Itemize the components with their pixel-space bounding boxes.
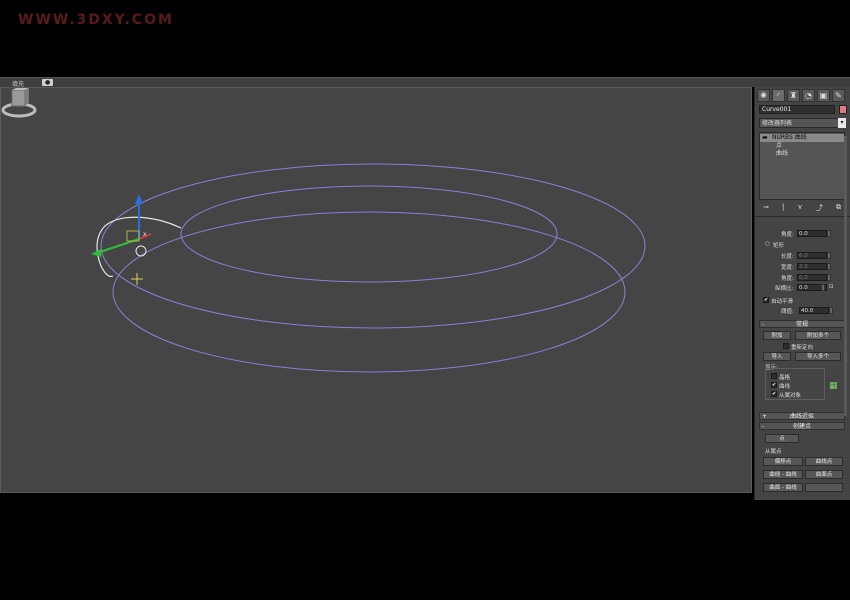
general-rollout-header[interactable]: - 常规 bbox=[759, 320, 845, 328]
svg-text:x: x bbox=[143, 231, 147, 238]
show-end-result-icon[interactable]: | bbox=[782, 203, 784, 213]
empty-button[interactable] bbox=[805, 483, 843, 492]
stack-item-nurbs-curve[interactable]: ▬ NURBS 曲线 bbox=[760, 134, 844, 142]
create-tab[interactable]: ✺ bbox=[757, 89, 770, 102]
surface-curve-button[interactable]: 曲面 - 曲线 bbox=[763, 483, 803, 492]
curve-approx-rollout-header[interactable]: + 曲线近似 bbox=[759, 412, 845, 420]
collapse-icon: - bbox=[762, 321, 765, 328]
viewcube-icon[interactable] bbox=[1, 88, 37, 118]
reorient-checkbox[interactable] bbox=[783, 343, 789, 349]
width-spinner[interactable]: 2.0 bbox=[797, 263, 827, 270]
motion-tab[interactable]: ◔ bbox=[802, 89, 815, 102]
aspect-label: 纵横比: bbox=[775, 286, 794, 292]
utilities-tab[interactable]: ✎ bbox=[832, 89, 845, 102]
stack-item-point[interactable]: 点 bbox=[760, 142, 844, 150]
curves-checkbox[interactable]: ✔ bbox=[771, 382, 777, 388]
watermark: WWW.3DXY.COM bbox=[18, 12, 174, 28]
display-tab[interactable]: ▣ bbox=[817, 89, 830, 102]
lattice-checkbox[interactable] bbox=[771, 373, 777, 379]
3dsmax-window: WWW.3DXY.COM 填充 ● x ✺ ◜ ♜ ◔ ▣ ✎ Curve001… bbox=[0, 0, 850, 600]
curve-curve-button[interactable]: 曲线 - 曲线 bbox=[763, 470, 803, 479]
command-panel: ✺ ◜ ♜ ◔ ▣ ✎ Curve001 修改器列表 ▾ ▬ NURBS 曲线 … bbox=[754, 87, 850, 500]
expand-icon[interactable]: ▬ bbox=[762, 134, 768, 142]
threshold-spinner-arrows[interactable] bbox=[829, 307, 833, 314]
create-points-rollout-header[interactable]: - 创建点 bbox=[759, 422, 845, 430]
angle2-spinner-arrows[interactable] bbox=[827, 274, 831, 281]
reorient-label: 重新定向 bbox=[791, 345, 814, 351]
surface-point-button[interactable]: 曲面点 bbox=[805, 470, 843, 479]
pivot-marker bbox=[131, 273, 143, 285]
dependents-label: 从属对象 bbox=[779, 393, 802, 399]
dependent-points-label: 从属点 bbox=[765, 449, 782, 455]
length-label: 长度: bbox=[781, 254, 794, 260]
rect-label: 矩形 bbox=[773, 243, 785, 249]
pin-stack-icon[interactable]: ⊸ bbox=[763, 203, 769, 213]
lock-icon[interactable]: ⊡ bbox=[829, 284, 834, 290]
length-spinner[interactable]: 6.0 bbox=[797, 252, 827, 259]
configure-sets-icon[interactable]: ⧉ bbox=[836, 203, 841, 213]
stack-toolbar: ⊸ | ⋎ ⤴ ⧉ bbox=[759, 203, 845, 213]
dependents-checkbox[interactable]: ✔ bbox=[771, 391, 777, 397]
angle-label: 角度: bbox=[781, 232, 794, 238]
width-label: 宽度: bbox=[781, 265, 794, 271]
inner-ellipse-top[interactable] bbox=[180, 185, 558, 283]
angle-spinner[interactable]: 0.0 bbox=[797, 230, 827, 237]
stack-item-curve[interactable]: 曲线 bbox=[760, 150, 844, 158]
auto-smooth-checkbox[interactable]: ✔ bbox=[763, 297, 769, 303]
nurbs-toolbox-icon[interactable]: ▦ bbox=[829, 381, 838, 391]
import-multiple-button[interactable]: 导入多个 bbox=[795, 352, 841, 361]
lattice-label: 晶格 bbox=[779, 375, 791, 381]
expand-icon: + bbox=[762, 413, 768, 420]
aspect-spinner-arrows[interactable] bbox=[821, 284, 825, 291]
modifier-stack: ▬ NURBS 曲线 点 曲线 bbox=[759, 132, 845, 200]
modifier-list-dropdown[interactable]: 修改器列表 bbox=[759, 118, 845, 128]
outer-ellipse-top[interactable] bbox=[100, 163, 646, 329]
attach-button[interactable]: 附加 bbox=[763, 331, 791, 340]
command-panel-tabs: ✺ ◜ ♜ ◔ ▣ ✎ bbox=[757, 89, 845, 103]
offset-point-button[interactable]: 偏移点 bbox=[763, 457, 803, 466]
modify-tab[interactable]: ◜ bbox=[772, 89, 785, 102]
chevron-down-icon[interactable]: ▾ bbox=[838, 118, 846, 128]
threshold-spinner[interactable]: 40.0 bbox=[799, 307, 829, 314]
angle-spinner-arrows[interactable] bbox=[827, 230, 831, 237]
rect-radio-icon[interactable]: ○ bbox=[765, 241, 770, 247]
import-button[interactable]: 导入 bbox=[763, 352, 791, 361]
object-name-field[interactable]: Curve001 bbox=[759, 105, 835, 114]
collapse-icon: - bbox=[762, 423, 765, 430]
transform-gizmo[interactable]: x bbox=[91, 194, 152, 257]
angle2-spinner[interactable]: 0.0 bbox=[797, 274, 827, 281]
object-color-swatch[interactable] bbox=[839, 105, 847, 114]
point-button[interactable]: 点 bbox=[765, 434, 799, 443]
remove-modifier-icon[interactable]: ⤴ bbox=[816, 203, 823, 213]
outer-ellipse-bottom[interactable] bbox=[112, 211, 626, 373]
curves-label: 曲线 bbox=[779, 384, 791, 390]
viewport-label-bar: 填充 ● bbox=[0, 77, 850, 88]
command-panel-scrollbar[interactable] bbox=[844, 136, 847, 416]
hierarchy-tab[interactable]: ♜ bbox=[787, 89, 800, 102]
perspective-viewport[interactable]: x bbox=[0, 87, 752, 493]
viewport-scene: x bbox=[91, 163, 646, 373]
viewport-mode-pill[interactable]: ● bbox=[42, 79, 54, 86]
auto-smooth-label: 自动平滑 bbox=[771, 299, 794, 305]
curve-point-button[interactable]: 曲线点 bbox=[805, 457, 843, 466]
threshold-label: 阈值: bbox=[781, 309, 794, 315]
make-unique-icon[interactable]: ⋎ bbox=[798, 203, 803, 213]
length-spinner-arrows[interactable] bbox=[827, 252, 831, 259]
angle2-label: 角度: bbox=[781, 276, 794, 282]
width-spinner-arrows[interactable] bbox=[827, 263, 831, 270]
attach-multiple-button[interactable]: 附加多个 bbox=[795, 331, 841, 340]
panel-divider bbox=[755, 216, 850, 217]
